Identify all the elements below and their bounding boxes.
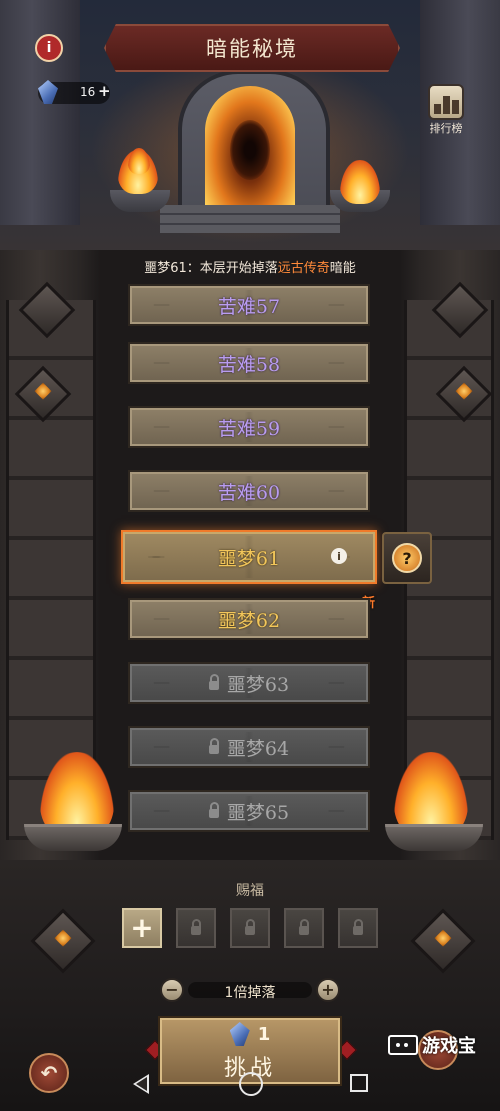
lock-icon — [353, 918, 363, 935]
challenge-cost: 1 — [160, 1022, 340, 1046]
portal-vortex — [230, 120, 270, 180]
notice-suffix: 暗能 — [329, 261, 356, 276]
drop-multiplier-label: 1倍掉落 — [224, 985, 276, 1001]
level-row-61-selected[interactable]: 噩梦61 i — [121, 530, 377, 584]
level-label: 噩梦63 — [226, 673, 290, 696]
crystal-icon — [229, 1022, 250, 1046]
level-row-64-locked[interactable]: 噩梦64 — [128, 726, 370, 768]
system-recents-icon[interactable] — [350, 1074, 368, 1092]
level-row-65-locked[interactable]: 噩梦65 — [128, 790, 370, 832]
ornament-gem — [54, 929, 72, 947]
level-label: 噩梦65 — [226, 801, 290, 824]
return-arrow-icon: ↶ — [40, 1061, 58, 1085]
level-row-62[interactable]: 噩梦62 — [128, 598, 370, 640]
ornament-gem — [455, 382, 473, 400]
watermark-text: 游戏宝 — [422, 1036, 476, 1057]
lock-icon — [208, 737, 219, 754]
question-icon: ? — [392, 543, 422, 573]
level-label: 苦难58 — [217, 353, 281, 376]
back-button[interactable]: ↶ — [29, 1053, 69, 1093]
increase-drop-button[interactable]: + — [316, 978, 340, 1002]
help-button[interactable]: ? — [382, 532, 432, 584]
level-row-58[interactable]: 苦难58 — [128, 342, 370, 384]
level-label: 噩梦62 — [217, 609, 281, 632]
ornament-gem — [34, 382, 52, 400]
lock-icon — [299, 918, 309, 935]
brazier-right-bowl — [385, 824, 483, 851]
blessing-slot-locked[interactable] — [230, 908, 270, 948]
leaderboard-label: 排行榜 — [429, 122, 463, 135]
page-title: 暗能秘境 — [206, 37, 298, 61]
crystal-icon — [38, 80, 58, 104]
drop-notice: 噩梦61：本层开始掉落远古传奇暗能 — [0, 257, 500, 276]
level-row-57[interactable]: 苦难57 — [128, 284, 370, 326]
info-icon: i — [46, 40, 52, 56]
blessing-slot-locked[interactable] — [338, 908, 378, 948]
drop-multiplier: − 1倍掉落 + — [160, 976, 340, 1004]
level-label: 噩梦64 — [226, 737, 290, 760]
currency-count: 16 — [80, 85, 96, 99]
level-label: 苦难60 — [217, 481, 281, 504]
level-info-icon[interactable]: i — [331, 548, 347, 564]
scene-pillar-left-top — [0, 0, 80, 225]
notice-prefix: 噩梦61：本层开始掉落 — [144, 261, 278, 276]
add-blessing-button[interactable]: + — [122, 908, 162, 948]
challenge-cost-value: 1 — [257, 1023, 271, 1045]
currency-counter: 16 + — [38, 80, 111, 104]
watermark: 游戏宝 — [388, 1032, 476, 1058]
level-row-60[interactable]: 苦难60 — [128, 470, 370, 512]
level-row-59[interactable]: 苦难59 — [128, 406, 370, 448]
ranking-icon — [428, 84, 464, 120]
level-label: 苦难59 — [217, 417, 281, 440]
level-row-63-locked[interactable]: 噩梦63 — [128, 662, 370, 704]
system-back-icon[interactable] — [133, 1074, 149, 1094]
add-currency-button[interactable]: + — [98, 82, 111, 100]
flame-right-top — [340, 160, 380, 204]
brazier-left-bowl — [24, 824, 122, 851]
lock-icon — [245, 918, 255, 935]
lock-icon — [208, 801, 219, 818]
leaderboard-button[interactable]: 排行榜 — [424, 84, 468, 138]
info-button[interactable]: i — [35, 34, 63, 62]
blessing-slot-locked[interactable] — [176, 908, 216, 948]
blessing-slot-locked[interactable] — [284, 908, 324, 948]
decrease-drop-button[interactable]: − — [160, 978, 184, 1002]
flame-left-small — [128, 148, 150, 174]
blessing-title: 赐福 — [236, 883, 264, 899]
portal-steps — [160, 205, 340, 233]
lock-icon — [208, 673, 219, 690]
ornament-gem — [434, 929, 452, 947]
notice-highlight: 远古传奇 — [277, 261, 330, 276]
gamepad-icon — [388, 1035, 418, 1055]
level-label: 苦难57 — [217, 295, 281, 318]
level-label: 噩梦61 — [217, 547, 281, 570]
plus-icon: + — [130, 911, 154, 944]
lock-icon — [191, 918, 201, 935]
system-home-icon[interactable] — [239, 1072, 263, 1096]
title-banner: 暗能秘境 — [104, 24, 400, 72]
